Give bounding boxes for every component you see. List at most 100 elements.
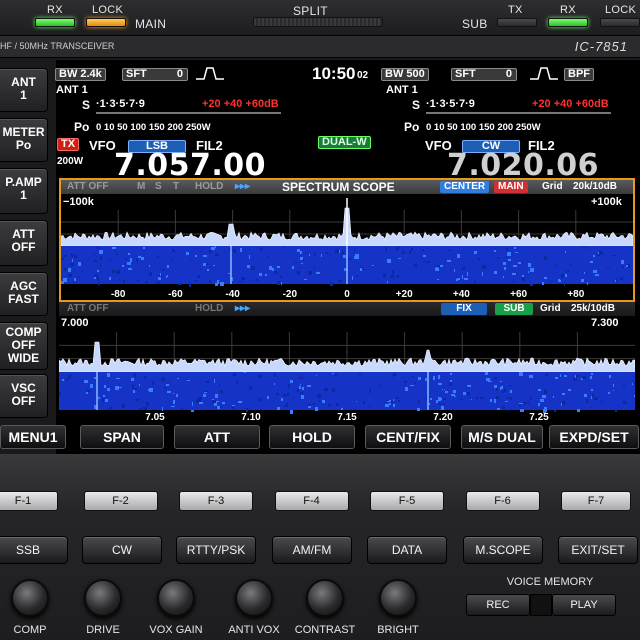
softkey-cent-fix[interactable]: CENT/FIX xyxy=(365,425,451,449)
knob-contrast[interactable] xyxy=(306,579,344,617)
scope-main-waterfall-speck xyxy=(294,262,298,263)
scope-sub-waterfall-speck xyxy=(332,388,335,392)
scope-main-waterfall-speck xyxy=(330,282,333,286)
scope-main-waterfall-speck xyxy=(349,258,351,260)
main-sft-chip[interactable]: SFT 0 xyxy=(122,68,188,81)
mode-key-rtty-psk[interactable]: RTTY/PSK xyxy=(176,536,256,564)
softkey-hold[interactable]: HOLD xyxy=(269,425,355,449)
mode-key-m-scope[interactable]: M.SCOPE xyxy=(463,536,543,564)
scope-main-att: ATT OFF xyxy=(67,181,109,192)
left-softkey-text: 1 xyxy=(20,88,27,102)
knob-drive[interactable] xyxy=(84,579,122,617)
scope-main-t: T xyxy=(173,181,180,192)
scope-main-waterfall-speck xyxy=(112,270,114,271)
scope-sub-waterfall-speck xyxy=(232,405,235,406)
scope-sub-waterfall-speck xyxy=(387,400,389,401)
softkey-m-s-dual[interactable]: M/S DUAL xyxy=(461,425,543,449)
scope-sub-waterfall-speck xyxy=(443,388,444,390)
scope-main-waterfall-speck xyxy=(392,270,394,274)
mode-key-data[interactable]: DATA xyxy=(367,536,447,564)
left-softkey-att[interactable]: ATT OFF xyxy=(0,220,48,266)
spectrum-scope-sub[interactable]: ATT OFF HOLD ▸▸▸ FIX SUB Grid 25k/10dB 7… xyxy=(59,302,635,422)
left-softkey-agc[interactable]: AGC FAST xyxy=(0,272,48,316)
main-bw-chip[interactable]: BW 2.4k xyxy=(55,68,106,81)
softkey-span[interactable]: SPAN xyxy=(80,425,164,449)
scope-main-waterfall-speck xyxy=(166,276,167,278)
left-softkey-pamp[interactable]: P.AMP 1 xyxy=(0,168,48,214)
scope-main-waterfall-speck xyxy=(597,255,600,256)
scope-sub-waterfall-speck xyxy=(359,373,361,375)
knob-label: ANTI VOX xyxy=(228,624,280,636)
scope-main-waterfall-speck xyxy=(565,251,566,253)
scope-main-waterfall-speck xyxy=(158,277,161,280)
scope-main-waterfall-speck xyxy=(156,282,160,284)
scope-main-waterfall-speck xyxy=(437,279,439,280)
scope-main-waterfall-speck xyxy=(544,256,547,260)
knob-anti-vox[interactable] xyxy=(235,579,273,617)
scope-sub-waterfall-speck xyxy=(561,403,562,406)
softkey-menu1[interactable]: MENU1 xyxy=(0,425,66,449)
scope-sub-waterfall-speck xyxy=(562,393,565,395)
scope-sub-tick-label: 7.25 xyxy=(529,412,549,422)
function-key-7[interactable]: F-7 xyxy=(561,491,631,511)
function-key-4[interactable]: F-4 xyxy=(274,491,349,511)
sub-bw-chip[interactable]: BW 500 xyxy=(381,68,429,81)
scope-main-waterfall-speck xyxy=(220,282,224,286)
knob-comp[interactable] xyxy=(11,579,49,617)
scope-main-waterfall-speck xyxy=(99,250,103,254)
mode-key-am-fm[interactable]: AM/FM xyxy=(272,536,352,564)
rx-sub-led xyxy=(548,18,588,27)
function-key-3[interactable]: F-3 xyxy=(179,491,253,511)
mode-key-ssb[interactable]: SSB xyxy=(0,536,68,564)
scope-main-waterfall-speck xyxy=(504,267,506,270)
scope-sub-waterfall-speck xyxy=(281,398,283,401)
scope-main-waterfall-speck xyxy=(97,270,99,272)
scope-main-waterfall-speck xyxy=(249,255,250,259)
knob-vox-gain[interactable] xyxy=(157,579,195,617)
scope-sub-waterfall-speck xyxy=(504,388,506,392)
function-key-1[interactable]: F-1 xyxy=(0,491,58,511)
left-softkey-comp[interactable]: COMP OFF WIDE xyxy=(0,322,48,370)
scope-sub-waterfall-speck xyxy=(494,377,497,380)
sub-s-label: S xyxy=(412,98,421,112)
left-softkey-meter[interactable]: METER Po xyxy=(0,118,48,162)
scope-sub-waterfall-speck xyxy=(530,404,531,405)
mode-key-exit-set[interactable]: EXIT/SET xyxy=(558,536,638,564)
scope-main-waterfall-speck xyxy=(626,265,628,267)
knob-bright[interactable] xyxy=(379,579,417,617)
scope-sub-waterfall-speck xyxy=(249,386,252,390)
mode-key-cw[interactable]: CW xyxy=(82,536,162,564)
scope-sub-waterfall-speck xyxy=(418,400,420,403)
scope-sub-waterfall-speck xyxy=(173,400,175,404)
function-key-2[interactable]: F-2 xyxy=(83,491,158,511)
scope-sub-waterfall-speck xyxy=(450,380,452,382)
spectrum-scope-main[interactable]: ATT OFF M S T HOLD ▸▸▸ SPECTRUM SCOPE CE… xyxy=(59,178,635,302)
sub-sft-chip[interactable]: SFT 0 xyxy=(451,68,517,81)
scope-sub-waterfall-speck xyxy=(369,389,371,393)
scope-sub-waterfall-speck xyxy=(297,374,299,375)
rec-button[interactable]: REC xyxy=(466,594,530,616)
left-softkey-ant[interactable]: ANT 1 xyxy=(0,68,48,112)
scope-main-waterfall-speck xyxy=(71,253,73,257)
knob-label: CONTRAST xyxy=(294,624,356,636)
bpf-chip[interactable]: BPF xyxy=(564,68,594,81)
left-softkey-vsc[interactable]: VSC OFF xyxy=(0,374,48,418)
function-key-5[interactable]: F-5 xyxy=(370,491,444,511)
play-button[interactable]: PLAY xyxy=(552,594,616,616)
scope-main-waterfall-speck xyxy=(259,273,262,276)
function-key-6[interactable]: F-6 xyxy=(465,491,540,511)
scope-sub-waterfall-speck xyxy=(600,401,603,402)
scope-main-waterfall-speck xyxy=(108,277,109,279)
main-s-over: +20 +40 +60dB xyxy=(202,98,279,110)
scope-sub-waterfall-speck xyxy=(538,403,540,406)
scope-main-waterfall-speck xyxy=(566,271,569,272)
scope-sub-waterfall-speck xyxy=(507,397,509,399)
scope-main-waterfall-speck xyxy=(194,280,197,281)
scope-sub-waterfall-speck xyxy=(568,389,571,391)
softkey-expd-set[interactable]: EXPD/SET xyxy=(549,425,639,449)
main-sft-label: SFT xyxy=(126,68,147,80)
scope-main-waterfall-speck xyxy=(338,280,342,282)
softkey-att[interactable]: ATT xyxy=(174,425,260,449)
scope-sub-waterfall-speck xyxy=(555,377,558,379)
scope-main-waterfall-speck xyxy=(197,275,200,278)
